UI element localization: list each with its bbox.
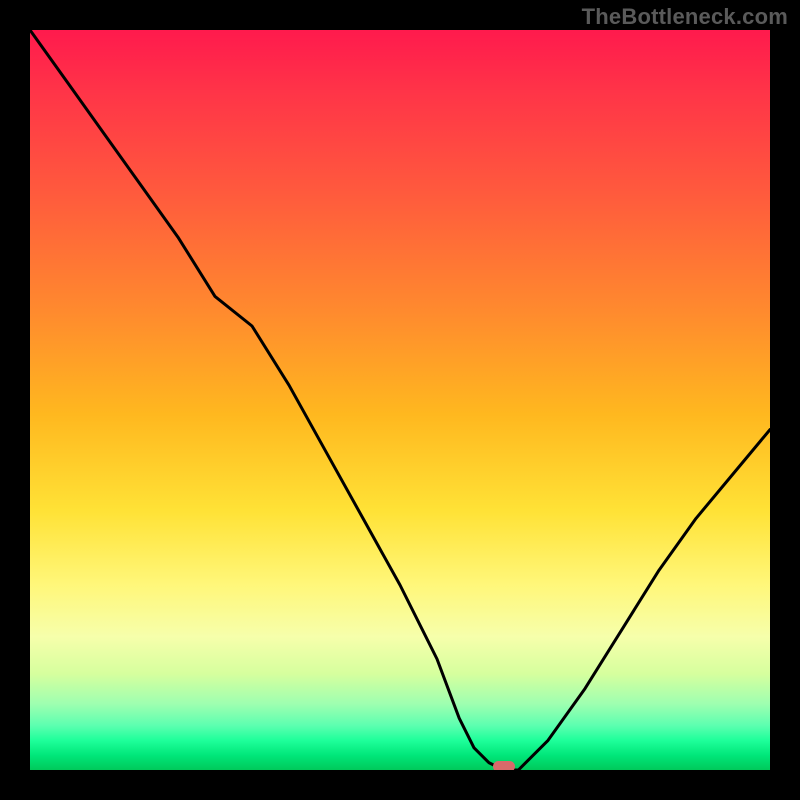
chart-svg [30, 30, 770, 770]
bottleneck-curve [30, 30, 770, 770]
chart-frame: TheBottleneck.com [0, 0, 800, 800]
watermark-text: TheBottleneck.com [582, 4, 788, 30]
plot-area [30, 30, 770, 770]
optimal-point-marker [493, 761, 515, 770]
